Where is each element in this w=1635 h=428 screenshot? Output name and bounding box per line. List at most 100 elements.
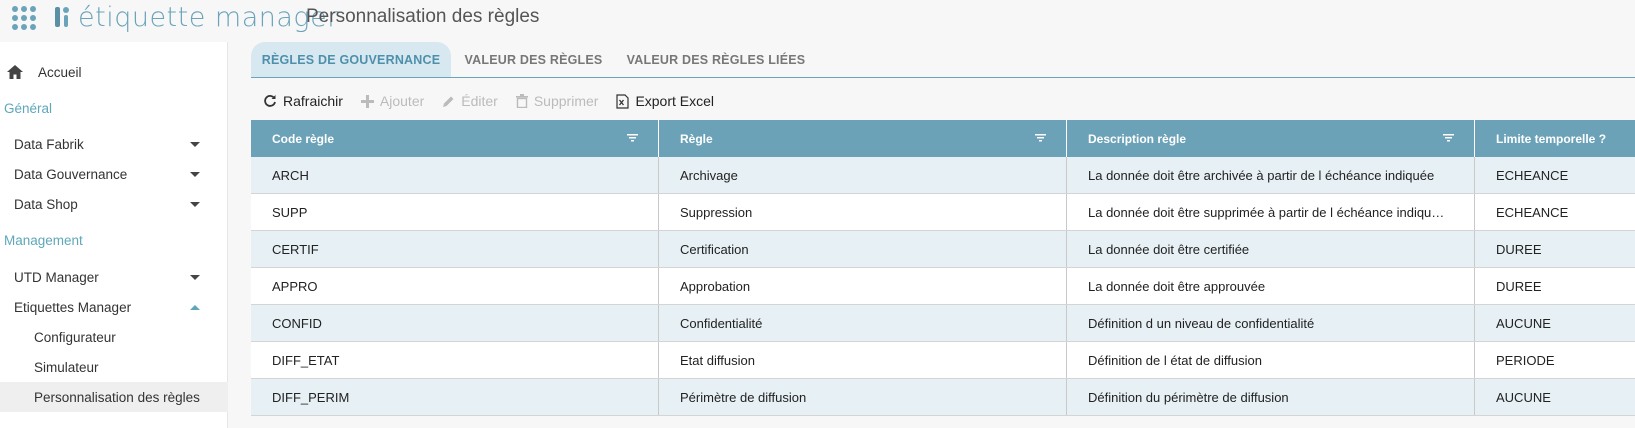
cell-description[interactable]: La donnée doit être certifiée [1067, 231, 1475, 267]
rules-table: Code règle Règle Description règle Limit… [251, 120, 1635, 416]
sidebar-item-label: Configurateur [34, 329, 116, 345]
column-header-description[interactable]: Description règle [1067, 120, 1475, 157]
logo-text: étiquette manager [78, 1, 339, 33]
cell-regle[interactable]: Confidentialité [659, 305, 1067, 341]
apps-grid-icon[interactable] [10, 4, 36, 30]
cell-code[interactable]: APPRO [251, 268, 659, 304]
export-label: Export Excel [635, 93, 715, 109]
cell-code[interactable]: CERTIF [251, 231, 659, 267]
cell-regle[interactable]: Approbation [659, 268, 1067, 304]
cell-limite[interactable]: DUREE [1475, 268, 1635, 304]
sidebar-item-etiquettes-manager[interactable]: Etiquettes Manager [0, 292, 228, 322]
tab-valeur-regles-liees[interactable]: VALEUR DES RÈGLES LIÉES [616, 42, 816, 77]
delete-button[interactable]: Supprimer [515, 93, 599, 109]
chevron-down-icon [190, 201, 200, 207]
trash-icon [515, 94, 528, 108]
sidebar-item-label: Accueil [38, 64, 82, 80]
sidebar-item-label: Data Fabrik [14, 136, 84, 152]
cell-code[interactable]: ARCH [251, 157, 659, 193]
sidebar-section-management: Management [4, 233, 83, 248]
cell-regle[interactable]: Etat diffusion [659, 342, 1067, 378]
sidebar: Accueil Général Data Fabrik Data Gouvern… [0, 42, 228, 428]
filter-icon[interactable] [1443, 134, 1454, 142]
sidebar-item-simulateur[interactable]: Simulateur [0, 352, 228, 382]
cell-description[interactable]: Définition de l état de diffusion [1067, 342, 1475, 378]
table-row[interactable]: SUPP Suppression La donnée doit être suppr… [251, 194, 1635, 231]
sidebar-item-configurateur[interactable]: Configurateur [0, 322, 228, 352]
cell-code[interactable]: CONFID [251, 305, 659, 341]
home-icon [7, 65, 23, 79]
cell-limite[interactable]: DUREE [1475, 231, 1635, 267]
chevron-down-icon [190, 274, 200, 280]
sidebar-item-label: Personnalisation des règles [34, 389, 200, 405]
cell-limite[interactable]: PERIODE [1475, 342, 1635, 378]
sidebar-item-personnalisation[interactable]: Personnalisation des règles [0, 382, 228, 412]
cell-description[interactable]: La donnée doit être supprimée à partir d… [1067, 194, 1475, 230]
cell-regle[interactable]: Périmètre de diffusion [659, 379, 1067, 415]
cell-description[interactable]: Définition du périmètre de diffusion [1067, 379, 1475, 415]
table-row[interactable]: DIFF_PERIM Périmètre de diffusion Définiti… [251, 379, 1635, 416]
column-header-regle[interactable]: Règle [659, 120, 1067, 157]
app-header: étiquette manager Personnalisation des r… [0, 0, 1635, 40]
excel-file-icon [616, 93, 630, 109]
sidebar-item-label: Data Shop [14, 196, 78, 212]
cell-code[interactable]: SUPP [251, 194, 659, 230]
chevron-down-icon [190, 171, 200, 177]
cell-limite[interactable]: ECHEANCE [1475, 157, 1635, 193]
sidebar-item-label: Data Gouvernance [14, 166, 128, 182]
cell-description[interactable]: La donnée doit être archivée à partir de… [1067, 157, 1475, 193]
cell-code[interactable]: DIFF_PERIM [251, 379, 659, 415]
filter-icon[interactable] [1035, 134, 1046, 142]
plus-icon [360, 94, 374, 108]
sidebar-item-utd-manager[interactable]: UTD Manager [0, 262, 228, 292]
sidebar-section-general: Général [4, 101, 53, 116]
sidebar-item-label: UTD Manager [14, 269, 99, 285]
cell-regle[interactable]: Archivage [659, 157, 1067, 193]
add-button[interactable]: Ajouter [360, 93, 425, 109]
sidebar-item-data-shop[interactable]: Data Shop [0, 189, 228, 219]
table-row[interactable]: DIFF_ETAT Etat diffusion Définition de l é… [251, 342, 1635, 379]
column-header-limite[interactable]: Limite temporelle ? [1475, 120, 1635, 157]
pencil-icon [443, 96, 454, 107]
cell-limite[interactable]: AUCUNE [1475, 379, 1635, 415]
column-header-label: Description règle [1088, 131, 1187, 146]
cell-description[interactable]: Définition d un niveau de confidentialit… [1067, 305, 1475, 341]
cell-code[interactable]: DIFF_ETAT [251, 342, 659, 378]
sidebar-item-data-gouvernance[interactable]: Data Gouvernance [0, 159, 228, 189]
export-excel-button[interactable]: Export Excel [616, 93, 714, 109]
add-label: Ajouter [379, 93, 425, 109]
column-header-label: Limite temporelle ? [1496, 131, 1607, 146]
table-row[interactable]: ARCH Archivage La donnée doit être archivé… [251, 157, 1635, 194]
sidebar-item-home[interactable]: Accueil [0, 57, 228, 87]
tab-regles-gouvernance[interactable]: RÈGLES DE GOUVERNANCE [251, 42, 451, 77]
refresh-label: Rafraichir [283, 93, 343, 109]
refresh-button[interactable]: Rafraichir [263, 93, 343, 109]
sidebar-item-label: Etiquettes Manager [14, 299, 132, 315]
tab-bar: RÈGLES DE GOUVERNANCE VALEUR DES RÈGLES … [251, 42, 1635, 78]
edit-button[interactable]: Éditer [442, 93, 498, 109]
delete-label: Supprimer [533, 93, 599, 109]
page-title: Personnalisation des règles [306, 6, 540, 27]
table-header: Code règle Règle Description règle Limit… [251, 120, 1635, 157]
filter-icon[interactable] [627, 134, 638, 142]
sidebar-item-label: Simulateur [34, 359, 99, 375]
table-row[interactable]: APPRO Approbation La donnée doit être appr… [251, 268, 1635, 305]
column-header-label: Règle [680, 131, 713, 146]
refresh-icon [264, 95, 276, 107]
table-row[interactable]: CONFID Confidentialité Définition d un niv… [251, 305, 1635, 342]
column-header-code[interactable]: Code règle [251, 120, 659, 157]
chevron-down-icon [190, 141, 200, 147]
cell-description[interactable]: La donnée doit être approuvée [1067, 268, 1475, 304]
cell-regle[interactable]: Suppression [659, 194, 1067, 230]
edit-label: Éditer [461, 93, 498, 109]
sidebar-item-data-fabrik[interactable]: Data Fabrik [0, 129, 228, 159]
column-header-label: Code règle [272, 131, 335, 146]
table-body: ARCH Archivage La donnée doit être archivé… [251, 157, 1635, 416]
table-row[interactable]: CERTIF Certification La donnée doit être c… [251, 231, 1635, 268]
cell-limite[interactable]: ECHEANCE [1475, 194, 1635, 230]
cell-regle[interactable]: Certification [659, 231, 1067, 267]
chevron-up-icon [190, 304, 200, 310]
tab-valeur-regles[interactable]: VALEUR DES RÈGLES [451, 42, 616, 77]
cell-limite[interactable]: AUCUNE [1475, 305, 1635, 341]
app-logo[interactable]: étiquette manager [54, 0, 339, 34]
